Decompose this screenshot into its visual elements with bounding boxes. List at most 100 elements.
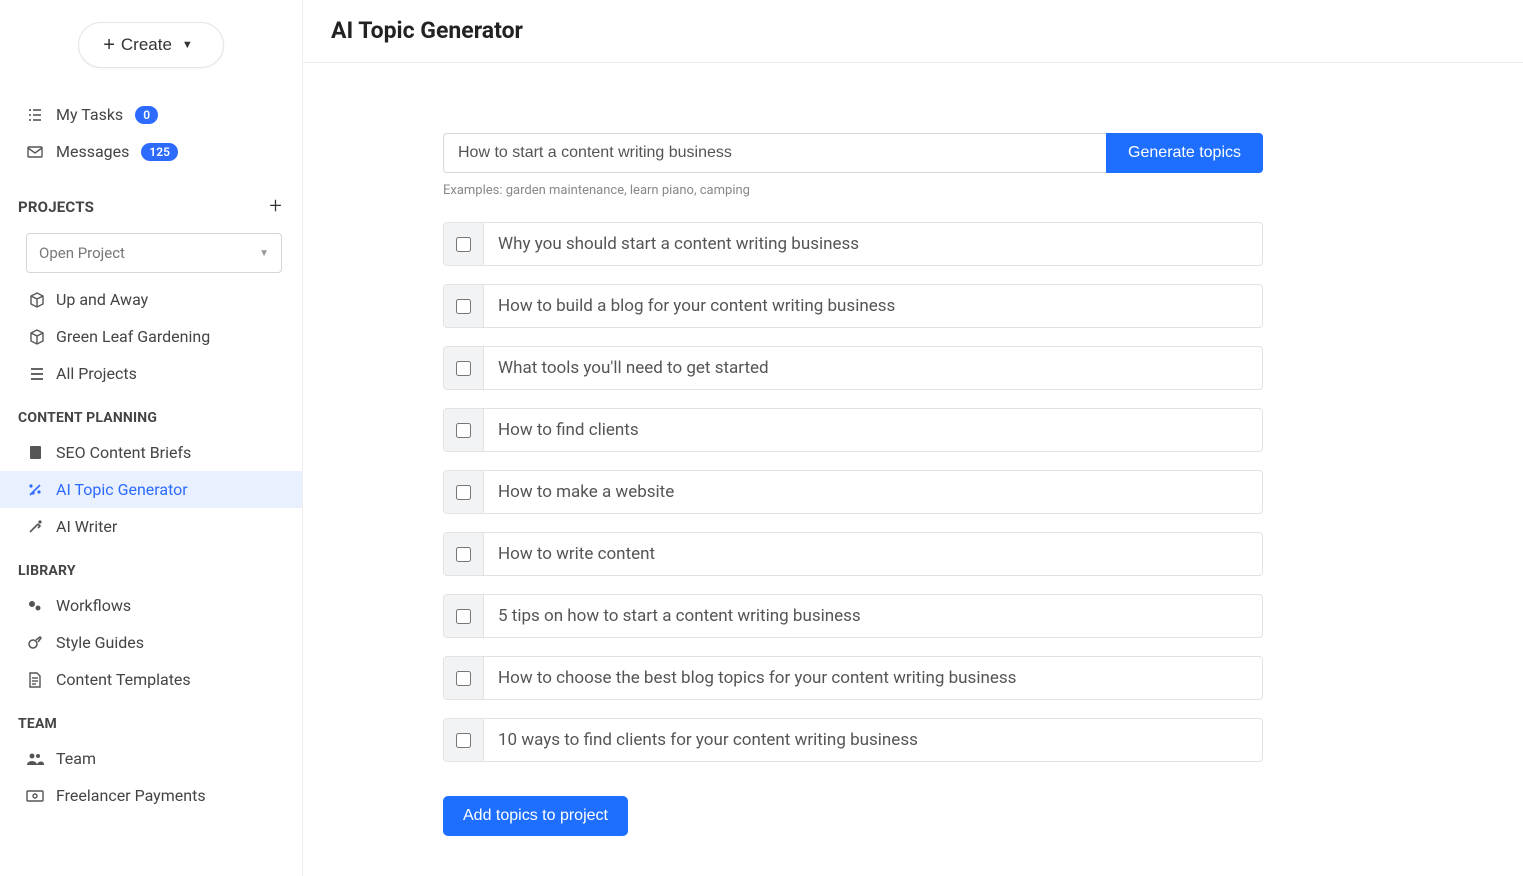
project-item[interactable]: Up and Away <box>0 281 302 318</box>
topic-input[interactable] <box>443 133 1106 173</box>
library-heading: LIBRARY <box>0 545 302 587</box>
checkbox-cell <box>444 595 484 637</box>
nav-style-guides[interactable]: Style Guides <box>0 624 302 661</box>
topic-text: How to build a blog for your content wri… <box>484 285 1262 327</box>
people-icon <box>26 752 44 766</box>
content-area: Generate topics Examples: garden mainten… <box>303 63 1263 836</box>
add-project-button[interactable]: + <box>269 194 282 219</box>
nav-content-templates[interactable]: Content Templates <box>0 661 302 698</box>
project-label: Up and Away <box>56 290 148 309</box>
topic-row: How to choose the best blog topics for y… <box>443 656 1263 700</box>
nav-label: Style Guides <box>56 633 144 652</box>
content-planning-heading: CONTENT PLANNING <box>0 392 302 434</box>
nav-ai-writer[interactable]: AI Writer <box>0 508 302 545</box>
create-button[interactable]: + Create ▼ <box>78 22 224 68</box>
topic-checkbox[interactable] <box>456 609 471 624</box>
list-icon <box>28 367 46 381</box>
tasks-icon <box>26 107 44 123</box>
checkbox-cell <box>444 657 484 699</box>
nav-label: Messages <box>56 142 129 161</box>
gears-icon <box>26 598 44 614</box>
project-label: All Projects <box>56 364 137 383</box>
topic-text: How to choose the best blog topics for y… <box>484 657 1262 699</box>
topic-checkbox[interactable] <box>456 671 471 686</box>
nav-freelancer-payments[interactable]: Freelancer Payments <box>0 777 302 814</box>
caret-down-icon: ▼ <box>182 39 193 51</box>
topic-text: How to write content <box>484 533 1262 575</box>
cube-icon <box>28 329 46 345</box>
checkbox-cell <box>444 285 484 327</box>
topic-checkbox[interactable] <box>456 299 471 314</box>
generate-button[interactable]: Generate topics <box>1106 133 1263 173</box>
open-project-label: Open Project <box>39 244 125 262</box>
nav-label: AI Topic Generator <box>56 480 188 499</box>
nav-team[interactable]: Team <box>0 740 302 777</box>
badge: 0 <box>135 106 158 124</box>
project-all[interactable]: All Projects <box>0 355 302 392</box>
mail-icon <box>26 146 44 158</box>
wand-icon <box>26 519 44 535</box>
topic-text: 10 ways to find clients for your content… <box>484 719 1262 761</box>
projects-heading: PROJECTS <box>18 198 94 216</box>
topics-list: Why you should start a content writing b… <box>443 222 1263 762</box>
topic-text: What tools you'll need to get started <box>484 347 1262 389</box>
topic-row: How to build a blog for your content wri… <box>443 284 1263 328</box>
badge: 125 <box>141 143 178 161</box>
nav-label: Workflows <box>56 596 131 615</box>
checkbox-cell <box>444 471 484 513</box>
create-wrap: + Create ▼ <box>0 0 302 82</box>
nav-label: Content Templates <box>56 670 191 689</box>
topic-text: Why you should start a content writing b… <box>484 223 1262 265</box>
topic-checkbox[interactable] <box>456 733 471 748</box>
checkbox-cell <box>444 719 484 761</box>
checkbox-cell <box>444 533 484 575</box>
generate-row: Generate topics <box>443 133 1263 173</box>
topic-row: Why you should start a content writing b… <box>443 222 1263 266</box>
nav-ai-topic-generator[interactable]: AI Topic Generator <box>0 471 302 508</box>
primary-nav: My Tasks 0 Messages 125 <box>0 82 302 176</box>
topic-row: How to find clients <box>443 408 1263 452</box>
project-item[interactable]: Green Leaf Gardening <box>0 318 302 355</box>
sidebar: + Create ▼ My Tasks 0 Messages 125 PROJE… <box>0 0 303 876</box>
add-topics-button[interactable]: Add topics to project <box>443 796 628 836</box>
nav-label: SEO Content Briefs <box>56 443 191 462</box>
cube-icon <box>28 292 46 308</box>
nav-my-tasks[interactable]: My Tasks 0 <box>0 96 302 133</box>
topic-text: How to make a website <box>484 471 1262 513</box>
projects-heading-row: PROJECTS + <box>0 176 302 227</box>
topic-checkbox[interactable] <box>456 547 471 562</box>
nav-messages[interactable]: Messages 125 <box>0 133 302 170</box>
nav-seo-briefs[interactable]: SEO Content Briefs <box>0 434 302 471</box>
wand-icon <box>26 482 44 498</box>
nav-label: AI Writer <box>56 517 117 536</box>
page-title: AI Topic Generator <box>331 17 1495 44</box>
topic-checkbox[interactable] <box>456 237 471 252</box>
cash-icon <box>26 790 44 802</box>
topic-row: How to write content <box>443 532 1263 576</box>
open-project-select[interactable]: Open Project ▼ <box>26 233 282 273</box>
topic-text: How to find clients <box>484 409 1262 451</box>
topic-row: What tools you'll need to get started <box>443 346 1263 390</box>
nav-label: Team <box>56 749 96 768</box>
examples-text: Examples: garden maintenance, learn pian… <box>443 183 1263 198</box>
checkbox-cell <box>444 223 484 265</box>
nav-label: My Tasks <box>56 105 123 124</box>
topic-text: 5 tips on how to start a content writing… <box>484 595 1262 637</box>
topic-row: 5 tips on how to start a content writing… <box>443 594 1263 638</box>
topic-checkbox[interactable] <box>456 423 471 438</box>
note-icon <box>26 445 44 460</box>
plus-icon: + <box>103 35 115 55</box>
file-icon <box>26 672 44 688</box>
topic-checkbox[interactable] <box>456 361 471 376</box>
nav-workflows[interactable]: Workflows <box>0 587 302 624</box>
topic-row: How to make a website <box>443 470 1263 514</box>
topic-checkbox[interactable] <box>456 485 471 500</box>
topic-row: 10 ways to find clients for your content… <box>443 718 1263 762</box>
checkbox-cell <box>444 347 484 389</box>
palette-icon <box>26 635 44 651</box>
caret-down-icon: ▼ <box>259 248 269 259</box>
nav-label: Freelancer Payments <box>56 786 206 805</box>
create-label: Create <box>121 35 172 55</box>
project-label: Green Leaf Gardening <box>56 327 210 346</box>
main: AI Topic Generator Generate topics Examp… <box>303 0 1523 876</box>
